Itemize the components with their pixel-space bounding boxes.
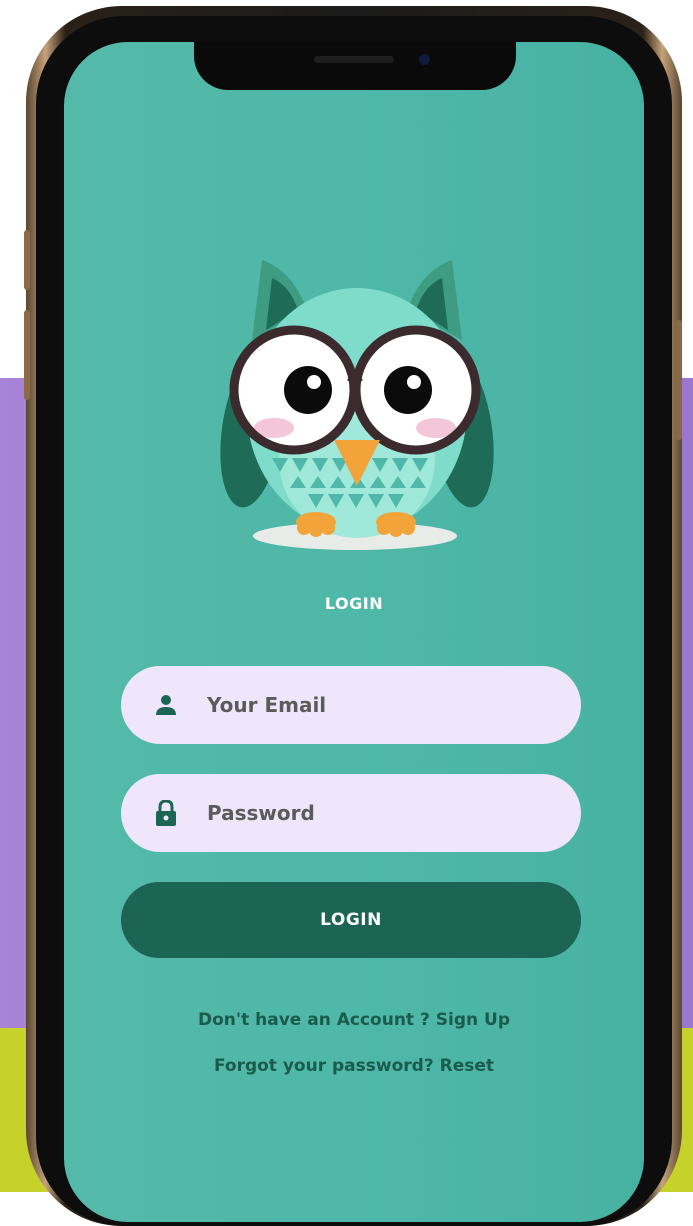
- email-field[interactable]: [121, 666, 581, 744]
- email-input[interactable]: [205, 692, 539, 718]
- phone-side-button: [676, 320, 682, 440]
- front-camera: [419, 54, 430, 65]
- password-input[interactable]: [205, 800, 539, 826]
- password-field[interactable]: [121, 774, 581, 852]
- login-button[interactable]: LOGIN: [121, 882, 581, 958]
- phone-side-button: [24, 310, 30, 400]
- phone-screen: LOGIN LOGIN Don't have an Account ? Sign…: [64, 42, 644, 1222]
- reset-password-link[interactable]: Forgot your password? Reset: [64, 1056, 644, 1076]
- signup-link[interactable]: Don't have an Account ? Sign Up: [64, 1010, 644, 1030]
- phone-side-button: [24, 230, 30, 290]
- login-title: LOGIN: [324, 594, 384, 613]
- speaker-grille: [314, 56, 394, 63]
- owl-mascot-icon: [220, 260, 494, 550]
- phone-notch: [194, 42, 516, 90]
- user-icon: [153, 692, 179, 718]
- lock-icon: [153, 800, 179, 826]
